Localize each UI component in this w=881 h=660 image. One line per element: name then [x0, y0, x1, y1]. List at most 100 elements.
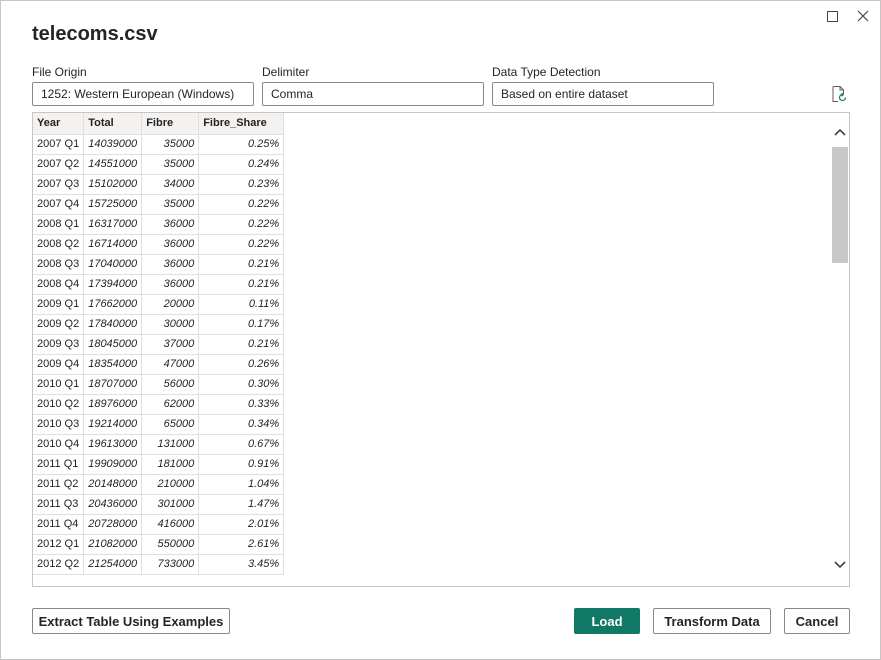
cell-fibre: 131000	[141, 433, 200, 455]
cell-year: 2007 Q1	[33, 133, 85, 155]
cell-fibre-share: 3.45%	[198, 553, 285, 575]
cell-fibre-share: 0.25%	[198, 133, 285, 155]
chevron-down-icon[interactable]	[834, 560, 846, 570]
cell-total: 15102000	[83, 173, 143, 195]
vertical-scrollbar[interactable]	[831, 113, 849, 586]
cell-fibre-share: 2.01%	[198, 513, 285, 535]
table-row: 2012 Q2 21254000 733000 3.45%	[33, 553, 285, 575]
cell-total: 17840000	[83, 313, 143, 335]
cell-total: 19909000	[83, 453, 143, 475]
import-dialog: telecoms.csv File Origin 1252: Western E…	[0, 0, 881, 660]
extract-table-button[interactable]: Extract Table Using Examples	[32, 608, 230, 634]
scrollbar-thumb[interactable]	[832, 147, 848, 263]
cancel-button[interactable]: Cancel	[784, 608, 850, 634]
column-header-year[interactable]: Year	[33, 113, 85, 135]
cell-total: 20728000	[83, 513, 143, 535]
cell-fibre-share: 0.23%	[198, 173, 285, 195]
cell-total: 16317000	[83, 213, 143, 235]
cell-fibre: 30000	[141, 313, 200, 335]
cell-year: 2011 Q3	[33, 493, 85, 515]
cell-total: 19214000	[83, 413, 143, 435]
delimiter-select[interactable]: Comma	[262, 82, 484, 106]
table-row: 2007 Q3 15102000 34000 0.23%	[33, 173, 285, 195]
cell-fibre-share: 0.22%	[198, 213, 285, 235]
cell-year: 2007 Q2	[33, 153, 85, 175]
load-button[interactable]: Load	[574, 608, 640, 634]
cell-fibre: 35000	[141, 133, 200, 155]
table-row: 2008 Q4 17394000 36000 0.21%	[33, 273, 285, 295]
cell-total: 14551000	[83, 153, 143, 175]
table-row: 2010 Q2 18976000 62000 0.33%	[33, 393, 285, 415]
delimiter-label: Delimiter	[262, 65, 310, 79]
data-preview[interactable]: Year Total Fibre Fibre_Share 2007 Q1 1403…	[32, 112, 850, 587]
cell-fibre: 36000	[141, 233, 200, 255]
cell-fibre: 35000	[141, 193, 200, 215]
cell-fibre-share: 0.22%	[198, 193, 285, 215]
transform-data-button[interactable]: Transform Data	[653, 608, 771, 634]
cell-fibre-share: 0.21%	[198, 333, 285, 355]
table-row: 2007 Q4 15725000 35000 0.22%	[33, 193, 285, 215]
cell-total: 20436000	[83, 493, 143, 515]
cell-year: 2007 Q3	[33, 173, 85, 195]
table-row: 2009 Q4 18354000 47000 0.26%	[33, 353, 285, 375]
table-row: 2010 Q1 18707000 56000 0.30%	[33, 373, 285, 395]
refresh-document-icon	[832, 86, 847, 102]
cell-fibre-share: 0.67%	[198, 433, 285, 455]
cell-total: 17662000	[83, 293, 143, 315]
cell-fibre-share: 0.11%	[198, 293, 285, 315]
column-header-total[interactable]: Total	[83, 113, 143, 135]
cell-fibre: 65000	[141, 413, 200, 435]
cell-fibre: 47000	[141, 353, 200, 375]
data-type-detection-select[interactable]: Based on entire dataset	[492, 82, 714, 106]
cell-year: 2012 Q1	[33, 533, 85, 555]
cell-year: 2008 Q2	[33, 233, 85, 255]
cell-fibre: 36000	[141, 213, 200, 235]
cell-year: 2008 Q1	[33, 213, 85, 235]
cell-year: 2010 Q2	[33, 393, 85, 415]
cell-fibre: 36000	[141, 253, 200, 275]
cell-fibre: 37000	[141, 333, 200, 355]
preview-table: Year Total Fibre Fibre_Share 2007 Q1 1403…	[33, 113, 285, 575]
delimiter-value: Comma	[271, 87, 314, 101]
column-header-fibre-share[interactable]: Fibre_Share	[198, 113, 285, 135]
cell-fibre: 733000	[141, 553, 200, 575]
maximize-icon	[826, 10, 838, 22]
cell-total: 17394000	[83, 273, 143, 295]
table-row: 2009 Q1 17662000 20000 0.11%	[33, 293, 285, 315]
column-header-fibre[interactable]: Fibre	[141, 113, 200, 135]
data-type-detection-label: Data Type Detection	[492, 65, 601, 79]
cell-total: 21082000	[83, 533, 143, 555]
file-origin-select[interactable]: 1252: Western European (Windows)	[32, 82, 254, 106]
cell-total: 17040000	[83, 253, 143, 275]
cell-fibre-share: 1.47%	[198, 493, 285, 515]
cell-total: 18707000	[83, 373, 143, 395]
cell-year: 2011 Q4	[33, 513, 85, 535]
cell-total: 21254000	[83, 553, 143, 575]
cell-year: 2010 Q3	[33, 413, 85, 435]
table-row: 2012 Q1 21082000 550000 2.61%	[33, 533, 285, 555]
cell-fibre: 34000	[141, 173, 200, 195]
cell-fibre: 62000	[141, 393, 200, 415]
header-row: Year Total Fibre Fibre_Share	[33, 113, 285, 135]
table-row: 2011 Q1 19909000 181000 0.91%	[33, 453, 285, 475]
chevron-up-icon[interactable]	[834, 127, 846, 137]
cell-total: 16714000	[83, 233, 143, 255]
cell-year: 2010 Q1	[33, 373, 85, 395]
cell-fibre: 416000	[141, 513, 200, 535]
cell-fibre-share: 0.24%	[198, 153, 285, 175]
table-row: 2008 Q1 16317000 36000 0.22%	[33, 213, 285, 235]
close-button[interactable]	[853, 6, 873, 26]
cell-fibre-share: 2.61%	[198, 533, 285, 555]
cell-fibre-share: 0.34%	[198, 413, 285, 435]
cell-year: 2009 Q3	[33, 333, 85, 355]
cell-fibre-share: 0.30%	[198, 373, 285, 395]
cell-year: 2012 Q2	[33, 553, 85, 575]
cell-year: 2007 Q4	[33, 193, 85, 215]
table-row: 2009 Q2 17840000 30000 0.17%	[33, 313, 285, 335]
table-row: 2010 Q4 19613000 131000 0.67%	[33, 433, 285, 455]
maximize-button[interactable]	[822, 6, 842, 26]
dialog-title: telecoms.csv	[32, 23, 158, 45]
cell-fibre-share: 0.17%	[198, 313, 285, 335]
refresh-button[interactable]	[830, 85, 848, 103]
cell-fibre-share: 0.91%	[198, 453, 285, 475]
